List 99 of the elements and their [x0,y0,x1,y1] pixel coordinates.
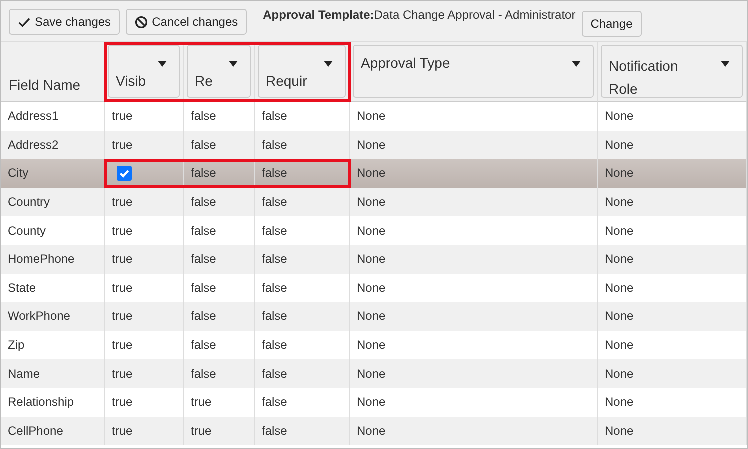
table-cell: None [357,138,386,152]
table-cell: true [112,224,133,238]
table-cell: true [112,395,133,410]
table-cell: Address1 [8,109,59,124]
table-cell: false [191,309,216,324]
table-cell: None [357,366,386,381]
table-cell: County [8,224,46,238]
table-cell: true [112,309,133,324]
table-cell: None [605,252,634,266]
cancel-button[interactable]: Cancel changes [126,9,248,35]
dropdown-icon [324,61,333,67]
table-cell: None [605,366,634,381]
table-cell: None [357,195,386,210]
table-cell: false [191,138,216,152]
table-cell: Relationship [8,395,74,410]
table-cell: true [112,366,133,381]
table-cell: false [262,395,288,410]
table-cell: false [191,166,216,180]
save-button[interactable]: Save changes [9,9,120,35]
column-header[interactable]: Approval Type [353,45,594,98]
table-cell: CellPhone [8,424,64,438]
table-cell: false [191,224,216,238]
table-row[interactable]: WorkPhone [1,302,105,331]
template-name: Data Change Approval - Administrator [374,8,576,22]
table-cell: None [357,109,386,124]
table-row[interactable]: CellPhone [1,416,105,446]
table-cell: true [112,195,133,210]
table-cell: Zip [8,338,25,352]
table-cell: None [605,424,634,438]
table-cell: false [191,109,216,124]
table-cell: Country [8,195,50,210]
table-cell: true [191,424,212,438]
table-row[interactable]: Name [1,359,105,388]
table-cell: HomePhone [8,252,75,266]
table-cell: State [8,280,36,295]
column-header[interactable]: Field Name [1,42,105,102]
table-cell: WorkPhone [8,309,70,324]
table-row[interactable]: State [1,274,105,302]
table-cell: Name [8,366,40,381]
table-cell: None [605,338,634,352]
table-cell: false [262,280,288,295]
table-cell: None [605,109,634,124]
checkmark-icon [18,16,31,28]
table-row[interactable]: Zip [1,330,105,360]
table-cell: false [191,338,216,352]
table-cell: None [357,395,386,410]
table-row[interactable]: HomePhone [1,244,105,274]
dropdown-icon [229,61,238,67]
table-cell: City [8,166,29,180]
table-cell: None [357,280,386,295]
table-row[interactable]: Address2 [1,130,105,160]
table-cell: false [262,366,288,381]
table-cell: false [262,166,288,180]
table-cell: false [262,424,288,438]
table-row[interactable]: Country [1,188,105,216]
dropdown-icon [572,61,581,67]
table-cell: true [112,109,133,124]
prohibited-icon [135,16,148,28]
table-row[interactable]: City [1,159,105,188]
table-cell: Address2 [8,138,59,152]
table-cell: None [605,395,634,410]
column-header[interactable]: Re [187,45,251,98]
table-cell: false [262,138,288,152]
table-cell: false [191,366,216,381]
table-cell: false [191,252,216,266]
table-cell: false [191,195,216,210]
change-button[interactable]: Change [582,11,642,37]
table-cell: None [357,338,386,352]
table-cell: true [191,395,212,410]
table-cell: None [605,166,634,180]
table-cell: None [357,224,386,238]
column-header[interactable]: Requir [258,45,346,98]
table-cell: None [605,138,634,152]
table-cell: false [262,338,288,352]
table-cell: true [112,338,133,352]
table-cell: false [191,280,216,295]
table-cell: false [262,109,288,124]
column-header[interactable]: Notification Role [601,45,743,98]
table-cell: true [112,138,133,152]
table-cell: None [357,252,386,266]
column-header[interactable]: Visib [108,45,180,98]
table-cell: None [605,309,634,324]
table-cell: false [262,252,288,266]
table-cell: true [112,280,133,295]
dropdown-icon [158,61,167,67]
table-cell: true [112,252,133,266]
dropdown-icon [721,61,730,67]
table-cell: true [112,424,133,438]
template-label: Approval Template: [263,8,374,22]
table-cell: None [605,224,634,238]
table-cell: None [357,309,386,324]
table-cell: false [262,224,288,238]
table-cell: None [357,424,386,438]
table-cell: None [605,280,634,295]
table-cell: None [357,166,386,180]
table-cell: false [262,309,288,324]
table-cell: false [262,195,288,210]
checkbox[interactable] [117,166,132,181]
table-cell: None [605,195,634,210]
